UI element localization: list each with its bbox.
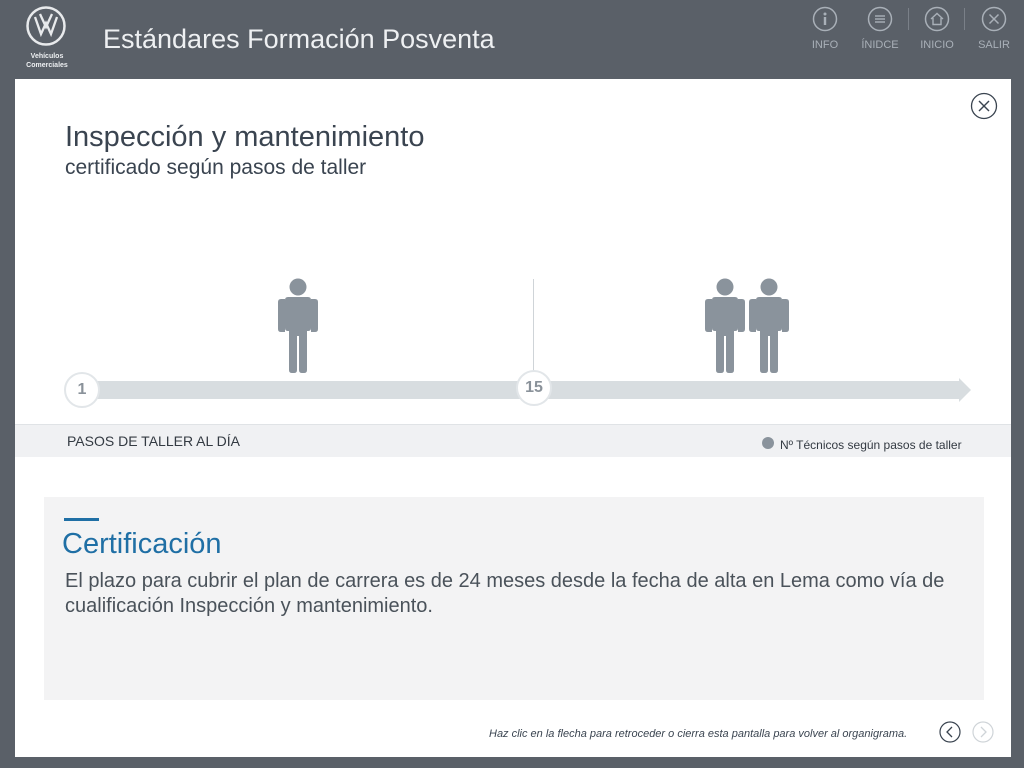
timeline-divider xyxy=(533,279,534,377)
home-icon xyxy=(924,6,950,32)
nav-info-button[interactable]: INFO xyxy=(800,6,850,56)
back-arrow-icon[interactable] xyxy=(939,721,961,743)
modal-close-icon[interactable] xyxy=(970,92,998,120)
timeline-arrow-head xyxy=(959,378,971,402)
nav-info-label: INFO xyxy=(811,39,839,51)
nav-home-button[interactable]: INICIO xyxy=(912,6,962,56)
app-title: Estándares Formación Posventa xyxy=(103,24,495,54)
timeline-legend-strip: PASOS DE TALLER AL DÍA Nº Técnicos según… xyxy=(15,424,1011,457)
app-header: Vehículos Comerciales Estándares Formaci… xyxy=(0,0,1024,78)
certification-heading: Certificación xyxy=(62,528,222,560)
modal-subtitle: certificado según pasos de taller xyxy=(65,156,367,179)
axis-label: PASOS DE TALLER AL DÍA xyxy=(67,433,240,449)
nav-index-button[interactable]: ÍNIDCE xyxy=(855,6,905,56)
certification-body: El plazo para cubrir el plan de carrera … xyxy=(65,570,945,617)
detail-modal: Inspección y mantenimiento certificado s… xyxy=(15,79,1011,757)
nav-index-label: ÍNIDCE xyxy=(861,39,899,51)
timeline-marker-mid: 15 xyxy=(516,370,552,406)
brand-label: Vehículos Comerciales xyxy=(26,53,68,69)
timeline-marker-start: 1 xyxy=(64,372,100,408)
technician-icon xyxy=(705,278,745,373)
nav-home-label: INICIO xyxy=(920,39,954,51)
vw-logo xyxy=(26,6,66,46)
legend-dot xyxy=(762,437,774,449)
nav-exit-button[interactable]: SALIR xyxy=(969,6,1019,56)
accent-rule xyxy=(64,518,99,521)
modal-title: Inspección y mantenimiento xyxy=(65,121,425,153)
nav-separator xyxy=(908,8,909,30)
close-icon xyxy=(981,6,1007,32)
legend-label: Nº Técnicos según pasos de taller xyxy=(780,438,962,452)
list-icon xyxy=(867,6,893,32)
technician-icon xyxy=(278,278,318,373)
nav-separator xyxy=(964,8,965,30)
forward-arrow-icon[interactable] xyxy=(972,721,994,743)
technician-icon xyxy=(749,278,789,373)
certification-panel: Certificación El plazo para cubrir el pl… xyxy=(44,497,984,700)
navigation-hint: Haz clic en la flecha para retroceder o … xyxy=(489,728,908,740)
nav-exit-label: SALIR xyxy=(978,39,1010,51)
info-icon xyxy=(812,6,838,32)
